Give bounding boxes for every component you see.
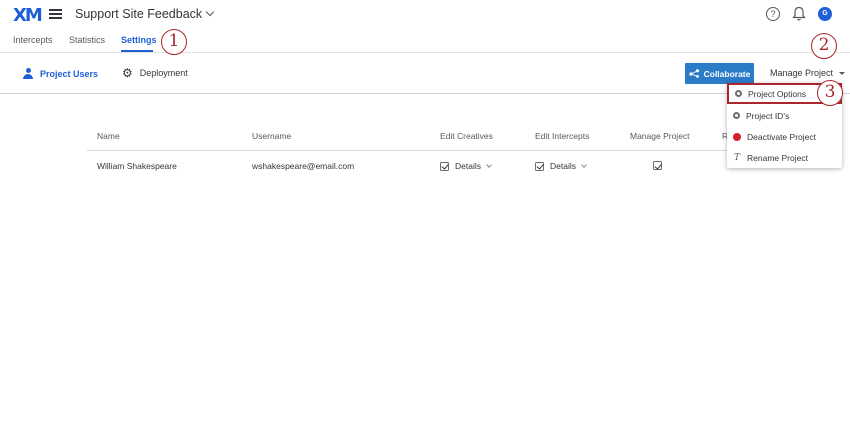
user-username: wshakespeare@email.com <box>252 161 355 171</box>
user-name: William Shakespeare <box>97 161 177 171</box>
tab-intercepts[interactable]: Intercepts <box>13 35 53 45</box>
cell-username: wshakespeare@email.com <box>252 161 354 171</box>
bell-icon[interactable] <box>792 6 806 22</box>
gear-icon: ⚙ <box>122 66 133 80</box>
avatar[interactable]: G <box>818 7 832 21</box>
manage-project-dropdown[interactable]: Manage Project <box>770 68 846 78</box>
edit-creatives-details[interactable]: Details <box>455 161 481 171</box>
menu-item-label: Project ID's <box>746 110 790 121</box>
red-circle-icon <box>733 132 741 141</box>
step-badge-3: 3 <box>817 80 843 106</box>
menu-item-deactivate-project[interactable]: Deactivate Project <box>727 126 842 147</box>
column-header-name: Name <box>97 131 120 141</box>
chevron-down-icon[interactable] <box>486 161 492 168</box>
column-header-edit-intercepts: Edit Intercepts <box>535 131 590 141</box>
cell-edit-creatives: Details <box>440 161 492 171</box>
deployment-label: Deployment <box>139 68 188 78</box>
sub-navigation: Project Users ⚙ Deployment Collaborate M… <box>0 54 850 94</box>
project-title: Support Site Feedback <box>75 7 203 21</box>
column-header-manage-project: Manage Project <box>630 131 690 141</box>
text-icon: T <box>733 152 740 163</box>
collaborate-label: Collaborate <box>703 68 751 79</box>
manage-project-label: Manage Project <box>770 68 834 78</box>
project-selector[interactable]: Support Site Feedback <box>75 7 215 21</box>
table-divider <box>87 150 750 151</box>
menu-item-label: Deactivate Project <box>747 131 816 142</box>
active-tab-indicator <box>121 50 153 52</box>
collaborate-button[interactable]: Collaborate <box>685 63 754 84</box>
user-icon <box>23 68 33 79</box>
menu-icon[interactable] <box>49 9 62 19</box>
share-icon <box>689 69 699 78</box>
tab-bar: Intercepts Statistics Settings <box>0 29 850 53</box>
column-header-username: Username <box>252 131 292 141</box>
cell-edit-intercepts: Details <box>535 161 587 171</box>
chevron-down-icon[interactable] <box>581 161 587 168</box>
gear-icon <box>733 112 740 119</box>
project-users-tab[interactable]: Project Users <box>23 68 98 79</box>
help-icon[interactable]: ? <box>766 7 780 21</box>
chevron-down-icon <box>205 7 215 17</box>
menu-item-rename-project[interactable]: T Rename Project <box>727 147 842 168</box>
menu-item-project-ids[interactable]: Project ID's <box>727 105 842 126</box>
menu-item-label: Project Options <box>748 88 807 99</box>
column-header-edit-creatives: Edit Creatives <box>440 131 493 141</box>
tab-statistics[interactable]: Statistics <box>69 35 105 45</box>
step-badge-1: 1 <box>161 29 187 55</box>
project-users-label: Project Users <box>40 68 99 79</box>
edit-creatives-checkbox[interactable] <box>440 161 449 171</box>
cell-manage-project <box>653 161 662 170</box>
menu-item-label: Rename Project <box>747 152 808 163</box>
top-bar: XM Support Site Feedback ? G <box>0 0 850 29</box>
cell-name: William Shakespeare <box>97 161 177 171</box>
deployment-tab[interactable]: ⚙ Deployment <box>122 66 188 80</box>
manage-project-checkbox[interactable] <box>653 161 662 170</box>
tab-settings[interactable]: Settings <box>121 35 157 45</box>
edit-intercepts-checkbox[interactable] <box>535 161 544 171</box>
edit-intercepts-details[interactable]: Details <box>550 161 576 171</box>
gear-icon <box>735 90 742 97</box>
caret-down-icon <box>839 71 846 75</box>
xm-logo[interactable]: XM <box>13 5 43 26</box>
